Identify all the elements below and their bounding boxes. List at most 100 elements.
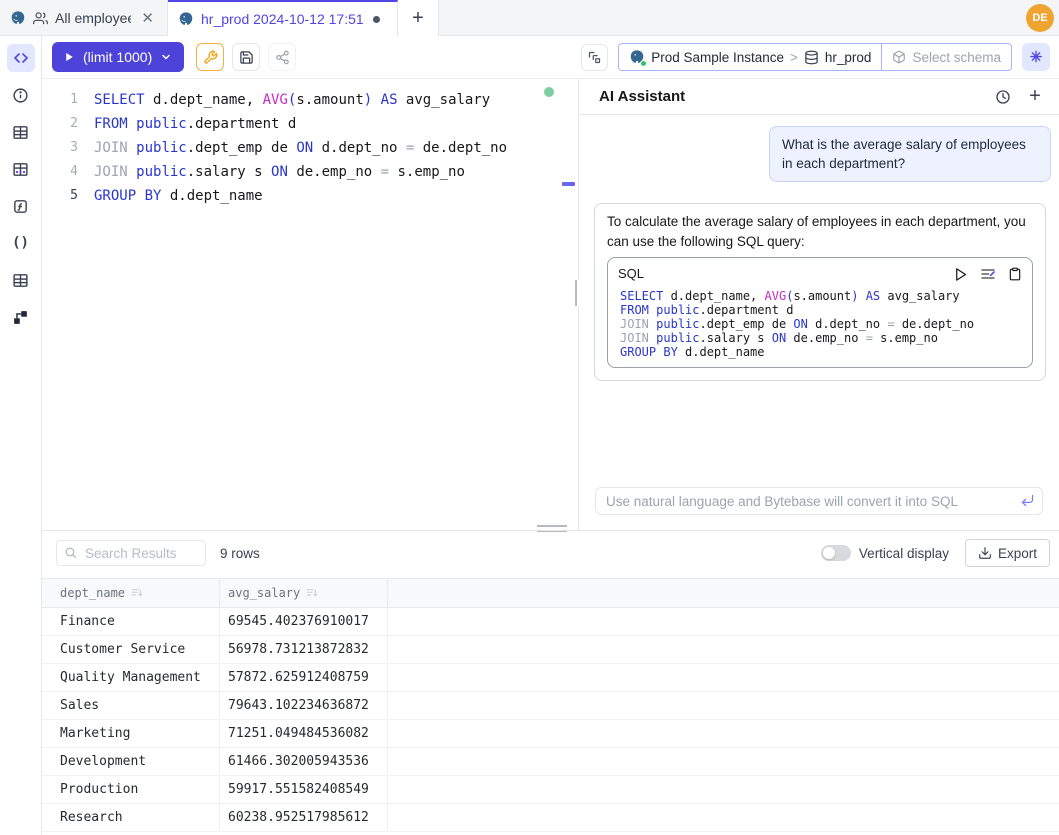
cell-dept-name[interactable]: Customer Service: [42, 636, 220, 663]
tab-hr-prod[interactable]: hr_prod 2024-10-12 17:51: [168, 0, 398, 36]
cell-dept-name[interactable]: Finance: [42, 608, 220, 635]
table-icon: [12, 272, 29, 289]
column-label: dept_name: [60, 586, 125, 600]
sidebar-item-tables[interactable]: [7, 118, 35, 146]
user-avatar[interactable]: DE: [1026, 4, 1054, 32]
sidebar-item-data[interactable]: [7, 155, 35, 183]
wrench-icon: [203, 50, 218, 65]
vertical-display-toggle[interactable]: [821, 545, 851, 561]
new-chat-plus-icon[interactable]: +: [1021, 83, 1049, 111]
postgres-icon: [178, 11, 194, 27]
sidebar-item-schema-diagram[interactable]: [7, 303, 35, 331]
close-icon[interactable]: ✕: [138, 10, 157, 27]
cube-icon: [892, 50, 906, 64]
table-row[interactable]: Marketing71251.049484536082: [42, 720, 1059, 748]
sidebar-item-sql-editor[interactable]: [7, 44, 35, 72]
sidebar-item-views[interactable]: [7, 266, 35, 294]
status-green-dot: [640, 60, 647, 67]
search-results-input[interactable]: [56, 540, 206, 566]
insert-sql-icon[interactable]: [980, 266, 996, 282]
new-tab-button[interactable]: +: [398, 0, 439, 36]
results-table-body: Finance69545.402376910017Customer Servic…: [42, 608, 1059, 832]
search-results-box: [56, 540, 206, 566]
sort-icon[interactable]: [306, 587, 318, 599]
export-label: Export: [998, 546, 1037, 561]
save-sheet-button[interactable]: [232, 43, 260, 71]
sort-icon[interactable]: [131, 587, 143, 599]
sidebar-item-info[interactable]: [7, 81, 35, 109]
instance-database-section[interactable]: Prod Sample Instance > hr_prod: [619, 44, 881, 70]
run-query-button[interactable]: (limit 1000): [52, 42, 184, 72]
cell-avg-salary[interactable]: 60238.952517985612: [220, 804, 388, 831]
download-icon: [978, 546, 992, 560]
overview-ruler-cursor-mark: [562, 182, 575, 186]
cell-dept-name[interactable]: Research: [42, 804, 220, 831]
results-panel: 9 rows Vertical display Export dept_name…: [42, 530, 1059, 835]
unsaved-dot-icon: [373, 16, 380, 23]
save-icon: [239, 50, 254, 65]
postgres-icon: [10, 10, 26, 26]
sidebar-item-procedures[interactable]: (): [7, 229, 35, 257]
column-header-dept-name[interactable]: dept_name: [42, 579, 220, 607]
table-row[interactable]: Sales79643.102234636872: [42, 692, 1059, 720]
copy-icon[interactable]: [1008, 267, 1022, 281]
run-label: (limit 1000): [83, 49, 152, 65]
database-icon: [804, 50, 819, 65]
editor-code[interactable]: 1SELECT d.dept_name, AVG(s.amount) AS av…: [42, 79, 578, 208]
tab-all-employee[interactable]: All employee ✕: [0, 0, 168, 36]
info-icon: [12, 87, 29, 104]
connection-selector[interactable]: Prod Sample Instance > hr_prod Select sc…: [618, 43, 1012, 71]
cell-avg-salary[interactable]: 69545.402376910017: [220, 608, 388, 635]
results-toolbar: 9 rows Vertical display Export: [42, 531, 1059, 575]
cell-avg-salary[interactable]: 71251.049484536082: [220, 720, 388, 747]
tab-label: All employee: [55, 10, 131, 26]
cell-dept-name[interactable]: Marketing: [42, 720, 220, 747]
user-message-bubble: What is the average salary of employees …: [769, 126, 1051, 182]
code-language-label: SQL: [618, 264, 953, 284]
ai-prompt-input[interactable]: [595, 487, 1043, 515]
code-icon: [13, 50, 29, 66]
enter-return-icon[interactable]: [1020, 493, 1035, 508]
run-sql-icon[interactable]: [953, 267, 968, 282]
chevron-down-icon[interactable]: [160, 51, 172, 63]
cell-dept-name[interactable]: Development: [42, 748, 220, 775]
cell-avg-salary[interactable]: 61466.302005943536: [220, 748, 388, 775]
history-clock-icon[interactable]: [989, 83, 1017, 111]
batch-query-icon: [587, 50, 602, 65]
schema-selector[interactable]: Select schema: [881, 44, 1011, 70]
cell-avg-salary[interactable]: 57872.625912408759: [220, 664, 388, 691]
table-row[interactable]: Production59917.551582408549: [42, 776, 1059, 804]
cell-dept-name[interactable]: Production: [42, 776, 220, 803]
table-row[interactable]: Finance69545.402376910017: [42, 608, 1059, 636]
horizontal-splitter-grip[interactable]: [537, 525, 567, 532]
table-row[interactable]: Quality Management57872.625912408759: [42, 664, 1059, 692]
sql-editor[interactable]: 1SELECT d.dept_name, AVG(s.amount) AS av…: [42, 79, 578, 530]
schema-diagram-icon: [12, 309, 29, 326]
table-row[interactable]: Development61466.302005943536: [42, 748, 1059, 776]
postgres-icon: [629, 49, 645, 65]
export-button[interactable]: Export: [965, 539, 1050, 567]
openai-icon: ✳: [1030, 48, 1043, 66]
table-row[interactable]: Customer Service56978.731213872832: [42, 636, 1059, 664]
admin-wrench-button[interactable]: [196, 43, 224, 71]
cell-dept-name[interactable]: Quality Management: [42, 664, 220, 691]
sidebar-item-functions[interactable]: [7, 192, 35, 220]
column-header-avg-salary[interactable]: avg_salary: [220, 579, 388, 607]
table-icon: [12, 124, 29, 141]
schema-placeholder: Select schema: [912, 50, 1001, 65]
connection-status-dot: [544, 87, 554, 97]
cell-dept-name[interactable]: Sales: [42, 692, 220, 719]
toggle-knob: [823, 547, 835, 559]
cell-avg-salary[interactable]: 56978.731213872832: [220, 636, 388, 663]
batch-query-button[interactable]: [581, 44, 608, 71]
ai-code-lines: SELECT d.dept_name, AVG(s.amount) AS avg…: [618, 289, 1022, 359]
table-row[interactable]: Research60238.952517985612: [42, 804, 1059, 832]
users-icon: [33, 11, 48, 26]
ai-assistant-panel: AI Assistant + What is the average salar…: [579, 79, 1059, 530]
share-button[interactable]: [268, 43, 296, 71]
ai-assistant-title: AI Assistant: [599, 88, 989, 105]
cell-avg-salary[interactable]: 59917.551582408549: [220, 776, 388, 803]
cell-avg-salary[interactable]: 79643.102234636872: [220, 692, 388, 719]
row-count: 9 rows: [220, 546, 260, 561]
ai-assistant-button[interactable]: ✳: [1022, 43, 1050, 71]
